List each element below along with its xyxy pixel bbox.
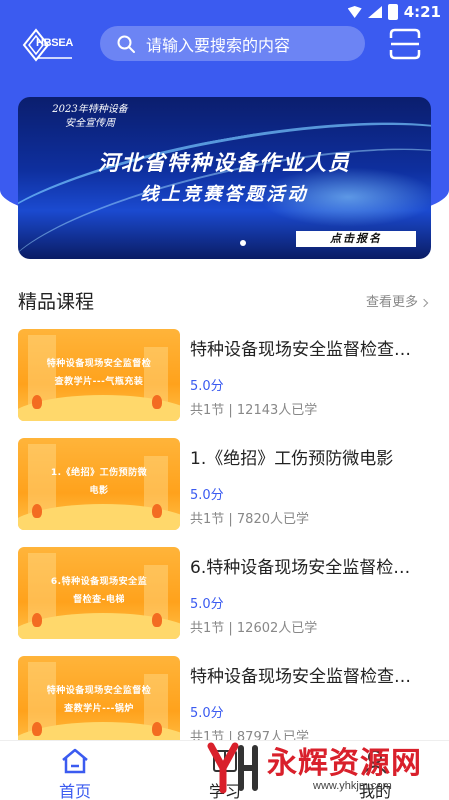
course-meta: 共1节 | 12143人已学 — [190, 403, 318, 418]
watermark: 永辉资源网 www.yhkjm.com — [205, 738, 435, 800]
view-more-label: 查看更多 — [365, 295, 418, 310]
course-title: 1.《绝招》工伤预防微电影 — [190, 449, 394, 469]
course-item[interactable]: 6.特种设备现场安全监 督检查-电梯 6.特种设备现场安全监督检… 5.0分 共1… — [18, 547, 431, 639]
view-more-link[interactable]: 查看更多 — [365, 291, 429, 310]
banner-tag: 2023年特种设备 安全宣传周 — [30, 103, 150, 131]
thumb-text: 1.《绝招》工伤预防微 — [50, 468, 148, 478]
course-item[interactable]: 特种设备现场安全监督检 查教学片---锅炉 特种设备现场安全监督检查… 5.0分 … — [18, 656, 431, 748]
banner-signup-button[interactable]: 点击报名 — [296, 231, 416, 247]
watermark-text: 永辉资源网 — [267, 746, 422, 781]
scan-icon — [389, 28, 421, 60]
course-title: 6.特种设备现场安全监督检… — [190, 558, 411, 578]
thumb-text: 查教学片---锅炉 — [64, 704, 134, 714]
scan-button[interactable] — [388, 27, 422, 61]
thumb-text: 电影 — [89, 486, 109, 496]
thumb-text: 特种设备现场安全监督检 — [46, 686, 152, 696]
thumb-text: 6.特种设备现场安全监 — [50, 577, 148, 587]
carousel-indicator[interactable] — [240, 240, 246, 246]
chevron-right-icon — [419, 298, 429, 307]
banner-subtitle: 线上竞赛答题活动 — [140, 184, 309, 205]
course-thumbnail: 特种设备现场安全监督检 查教学片---气瓶充装 — [18, 329, 180, 421]
top-header: HBSEA 请输入要搜索的内容 — [0, 24, 449, 64]
course-thumbnail: 6.特种设备现场安全监 督检查-电梯 — [18, 547, 180, 639]
battery-icon — [387, 4, 398, 20]
watermark-logo-icon — [207, 742, 258, 794]
tab-home-label: 首页 — [58, 782, 91, 800]
search-icon — [117, 35, 135, 53]
course-meta: 共1节 | 12602人已学 — [190, 621, 318, 636]
signal-icon — [367, 6, 382, 18]
course-title: 特种设备现场安全监督检查… — [190, 340, 411, 360]
status-bar: 4:21 — [0, 0, 449, 24]
course-score: 5.0分 — [190, 488, 224, 503]
course-score: 5.0分 — [190, 706, 224, 721]
watermark-url: www.yhkjm.com — [313, 780, 392, 792]
section-title: 精品课程 — [18, 291, 95, 313]
thumb-text: 督检查-电梯 — [73, 595, 125, 605]
search-placeholder: 请输入要搜索的内容 — [146, 35, 291, 55]
course-thumbnail: 特种设备现场安全监督检 查教学片---锅炉 — [18, 656, 180, 748]
logo-text: HBSEA — [36, 37, 74, 49]
course-thumbnail: 1.《绝招》工伤预防微 电影 — [18, 438, 180, 530]
status-time: 4:21 — [403, 3, 441, 21]
banner-tag-line: 2023年特种设备 — [52, 104, 128, 115]
wifi-icon — [347, 6, 362, 18]
banner-tag-line: 安全宣传周 — [65, 118, 115, 129]
course-score: 5.0分 — [190, 597, 224, 612]
app-logo: HBSEA — [22, 28, 74, 62]
course-item[interactable]: 1.《绝招》工伤预防微 电影 1.《绝招》工伤预防微电影 5.0分 共1节 | 7… — [18, 438, 431, 530]
thumb-text: 特种设备现场安全监督检 — [46, 359, 152, 369]
promo-banner[interactable]: 2023年特种设备 安全宣传周 河北省特种设备作业人员 线上竞赛答题活动 点击报… — [18, 97, 431, 259]
course-score: 5.0分 — [190, 379, 224, 394]
course-meta: 共1节 | 7820人已学 — [190, 512, 309, 527]
thumb-text: 查教学片---气瓶充装 — [54, 377, 144, 387]
banner-title: 河北省特种设备作业人员 — [98, 150, 351, 175]
course-title: 特种设备现场安全监督检查… — [190, 667, 411, 687]
course-item[interactable]: 特种设备现场安全监督检 查教学片---气瓶充装 特种设备现场安全监督检查… 5.0… — [18, 329, 431, 421]
search-input[interactable]: 请输入要搜索的内容 — [100, 26, 365, 61]
home-icon — [62, 748, 88, 774]
tab-home[interactable]: 首页 — [0, 741, 150, 800]
